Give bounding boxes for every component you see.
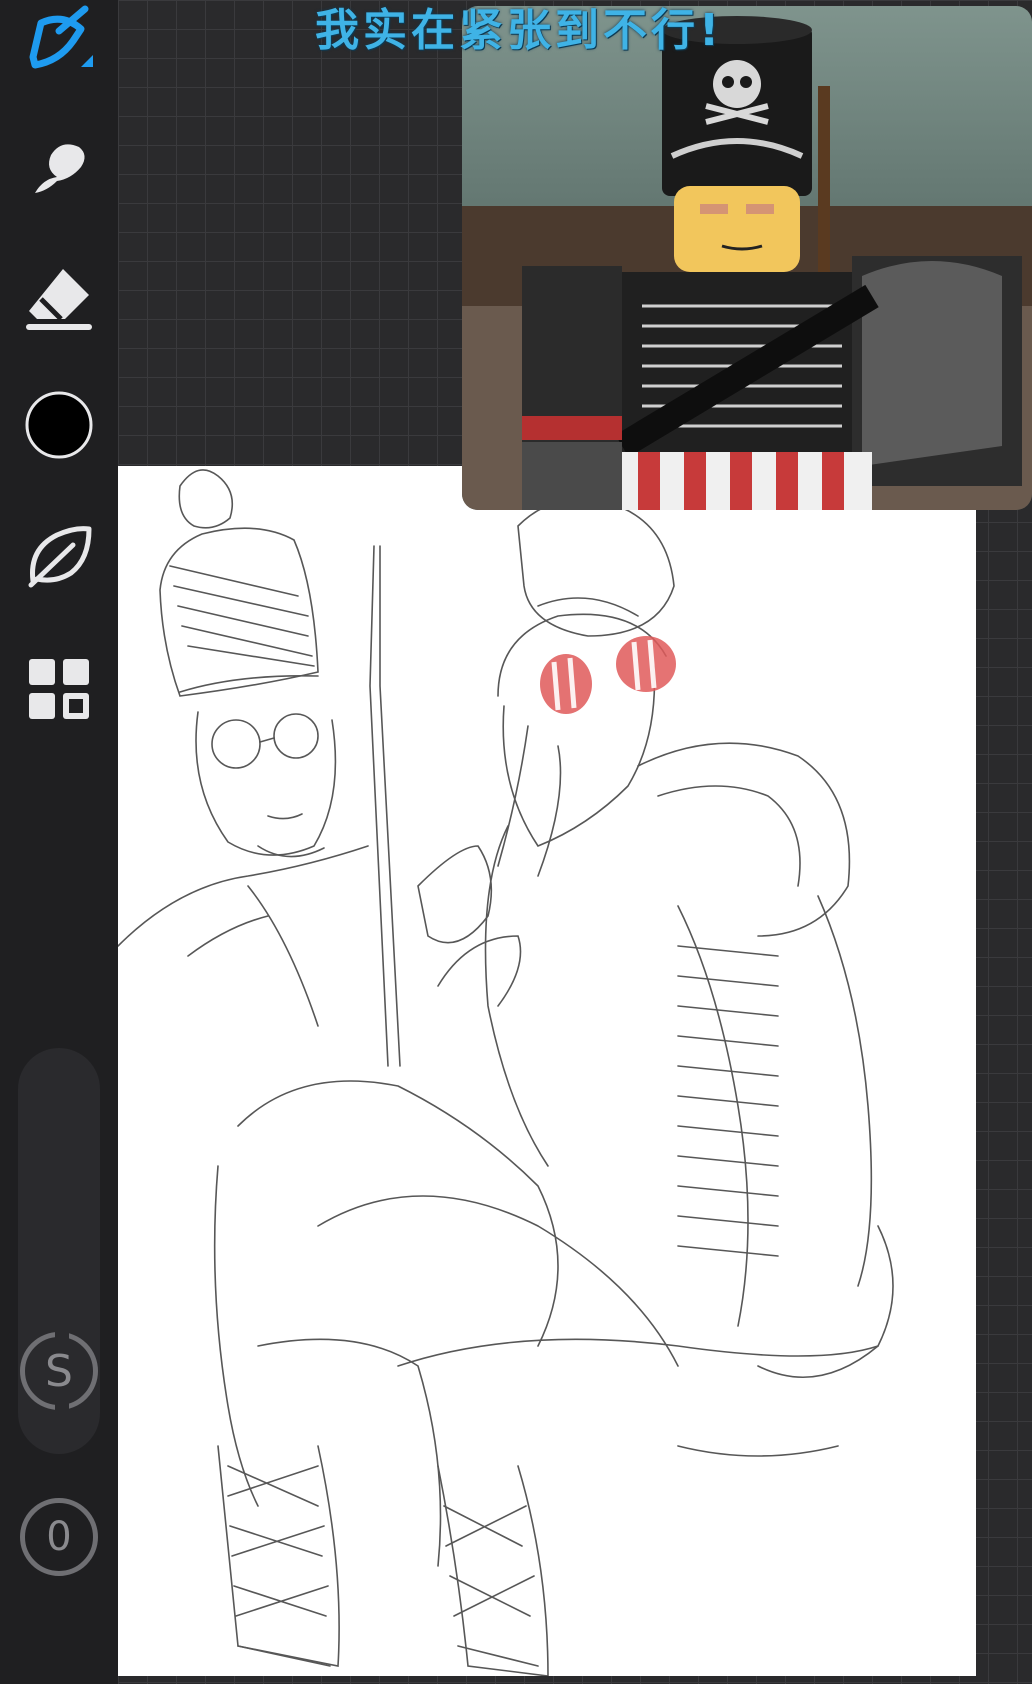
color-swatch-icon — [25, 391, 93, 459]
color-picker-button[interactable] — [18, 384, 100, 466]
pencil-sketch — [118, 469, 894, 1676]
reference-caption: 我实在紧张到不行! — [315, 5, 724, 56]
reference-image[interactable] — [462, 6, 1032, 510]
layers-button[interactable] — [18, 648, 100, 730]
undo-counter-label: 0 — [46, 1514, 72, 1560]
ring-gap — [55, 1329, 69, 1339]
undo-counter-button[interactable]: 0 — [20, 1498, 98, 1576]
smudge-tool-button[interactable] — [18, 128, 100, 210]
reference-render — [462, 6, 1032, 510]
brush-pen-icon — [29, 5, 93, 69]
red-shading — [540, 636, 676, 714]
brush-library-button[interactable] — [18, 514, 100, 596]
ring-gap — [55, 1403, 69, 1413]
brush-tool-button[interactable] — [18, 0, 100, 82]
eraser-tool-button[interactable] — [18, 256, 100, 338]
eraser-icon — [26, 269, 92, 330]
smudge-icon — [35, 144, 85, 193]
layers-grid-icon — [29, 659, 89, 719]
leaf-icon — [28, 526, 92, 588]
smudge-toggle-button[interactable]: S — [20, 1329, 98, 1413]
tool-sidebar: S 0 — [0, 0, 118, 1684]
smudge-toggle-label: S — [45, 1345, 73, 1397]
drawing-canvas[interactable] — [118, 466, 976, 1676]
